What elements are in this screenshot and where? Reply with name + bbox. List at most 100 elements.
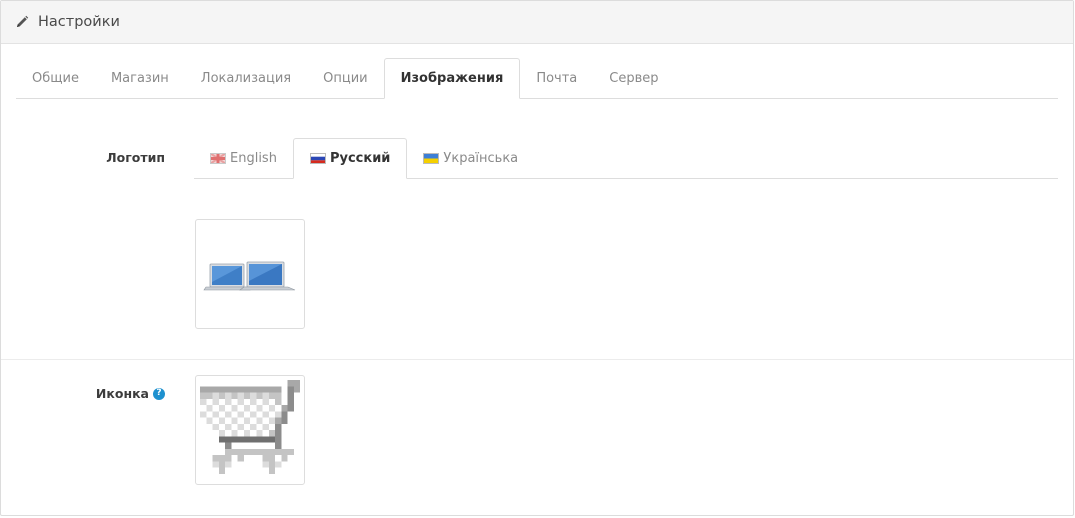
cart-pixel — [256, 436, 263, 443]
cart-pixel — [231, 386, 238, 393]
cart-pixel — [231, 405, 238, 412]
cart-pixel — [287, 392, 294, 399]
cart-pixel — [287, 380, 294, 387]
cart-pixel — [243, 392, 250, 399]
tab-server[interactable]: Сервер — [593, 58, 674, 98]
cart-pixel — [231, 417, 238, 424]
cart-pixel — [268, 405, 275, 412]
cart-pixel — [275, 417, 282, 424]
uk-flag-icon — [209, 151, 227, 165]
cart-pixel — [225, 442, 232, 449]
shopping-cart-favicon-image — [200, 380, 300, 474]
cart-pixel — [206, 417, 213, 424]
cart-pixel — [268, 386, 275, 393]
cart-pixel — [256, 430, 263, 437]
tab-store[interactable]: Магазин — [95, 58, 185, 98]
cart-pixel — [262, 392, 269, 399]
cart-pixel — [287, 405, 294, 412]
cart-pixel — [218, 386, 225, 393]
cart-pixel — [262, 386, 269, 393]
cart-pixel — [262, 411, 269, 418]
panel-heading: Настройки — [1, 1, 1073, 44]
cart-pixel — [200, 411, 207, 418]
cart-pixel — [218, 467, 225, 474]
cart-pixel — [275, 392, 282, 399]
cart-pixel — [212, 455, 219, 462]
cart-pixel — [281, 448, 288, 455]
tab-image[interactable]: Изображения — [383, 58, 521, 99]
cart-pixel — [293, 380, 300, 387]
cart-pixel — [212, 461, 219, 468]
lang-tab-ukrainian-label: Українська — [443, 150, 519, 166]
cart-pixel — [231, 430, 238, 437]
russia-flag-icon — [309, 153, 326, 164]
tab-option[interactable]: Опции — [307, 58, 383, 98]
cart-pixel — [243, 386, 250, 393]
lang-tab-ukrainian[interactable]: Українська — [407, 138, 534, 178]
cart-pixel — [250, 398, 257, 405]
cart-pixel — [268, 417, 275, 424]
icon-label-text: Иконка — [95, 386, 149, 401]
laptops-logo-image — [203, 261, 296, 291]
cart-pixel — [225, 455, 232, 462]
cart-pixel — [218, 436, 225, 443]
tab-general[interactable]: Общие — [16, 58, 95, 98]
logo-thumbnail[interactable] — [195, 219, 305, 329]
cart-pixel — [250, 392, 257, 399]
cart-pixel — [268, 455, 275, 462]
tab-localisation[interactable]: Локализация — [185, 58, 307, 98]
panel-title: Настройки — [38, 14, 120, 30]
cart-pixel — [218, 430, 225, 437]
cart-pixel — [268, 448, 275, 455]
lang-tab-russian-label: Русский — [329, 151, 391, 166]
cart-pixel — [243, 436, 250, 443]
cart-pixel — [206, 405, 213, 412]
cart-pixel — [262, 398, 269, 405]
cart-pixel — [262, 455, 269, 462]
cart-pixel — [262, 448, 269, 455]
cart-pixel — [275, 411, 282, 418]
cart-pixel — [262, 436, 269, 443]
cart-pixel — [275, 430, 282, 437]
cart-pixel — [225, 398, 232, 405]
cart-pixel — [275, 461, 282, 468]
cart-pixel — [268, 430, 275, 437]
cart-pixel — [225, 386, 232, 393]
tab-mail[interactable]: Почта — [520, 58, 593, 98]
icon-thumbnail[interactable] — [195, 375, 305, 485]
lang-tab-russian[interactable]: Русский — [292, 138, 408, 179]
lang-tab-english[interactable]: English — [194, 138, 293, 178]
cart-pixel — [225, 461, 232, 468]
cart-pixel — [250, 436, 257, 443]
cart-pixel — [243, 417, 250, 424]
main-tabs: Общие Магазин Локализация Опции Изображе… — [16, 58, 1058, 99]
cart-pixel — [287, 398, 294, 405]
cart-pixel — [275, 423, 282, 430]
cart-pixel — [231, 436, 238, 443]
section-divider — [1, 359, 1073, 360]
cart-pixel — [250, 448, 257, 455]
cart-pixel — [262, 423, 269, 430]
cart-pixel — [250, 411, 257, 418]
cart-pixel — [275, 386, 282, 393]
cart-pixel — [243, 430, 250, 437]
cart-pixel — [225, 448, 232, 455]
cart-pixel — [250, 386, 257, 393]
cart-pixel — [287, 448, 294, 455]
cart-pixel — [237, 411, 244, 418]
cart-pixel — [212, 392, 219, 399]
cart-pixel — [237, 423, 244, 430]
pencil-icon — [15, 15, 29, 29]
cart-pixel — [256, 448, 263, 455]
cart-pixel — [218, 405, 225, 412]
cart-pixel — [281, 411, 288, 418]
cart-pixel — [275, 442, 282, 449]
cart-pixel — [237, 392, 244, 399]
cart-pixel — [218, 417, 225, 424]
cart-pixel — [225, 436, 232, 443]
cart-pixel — [225, 423, 232, 430]
help-icon[interactable]: ? — [153, 387, 165, 400]
cart-pixel — [225, 411, 232, 418]
cart-pixel — [275, 436, 282, 443]
cart-pixel — [268, 461, 275, 468]
